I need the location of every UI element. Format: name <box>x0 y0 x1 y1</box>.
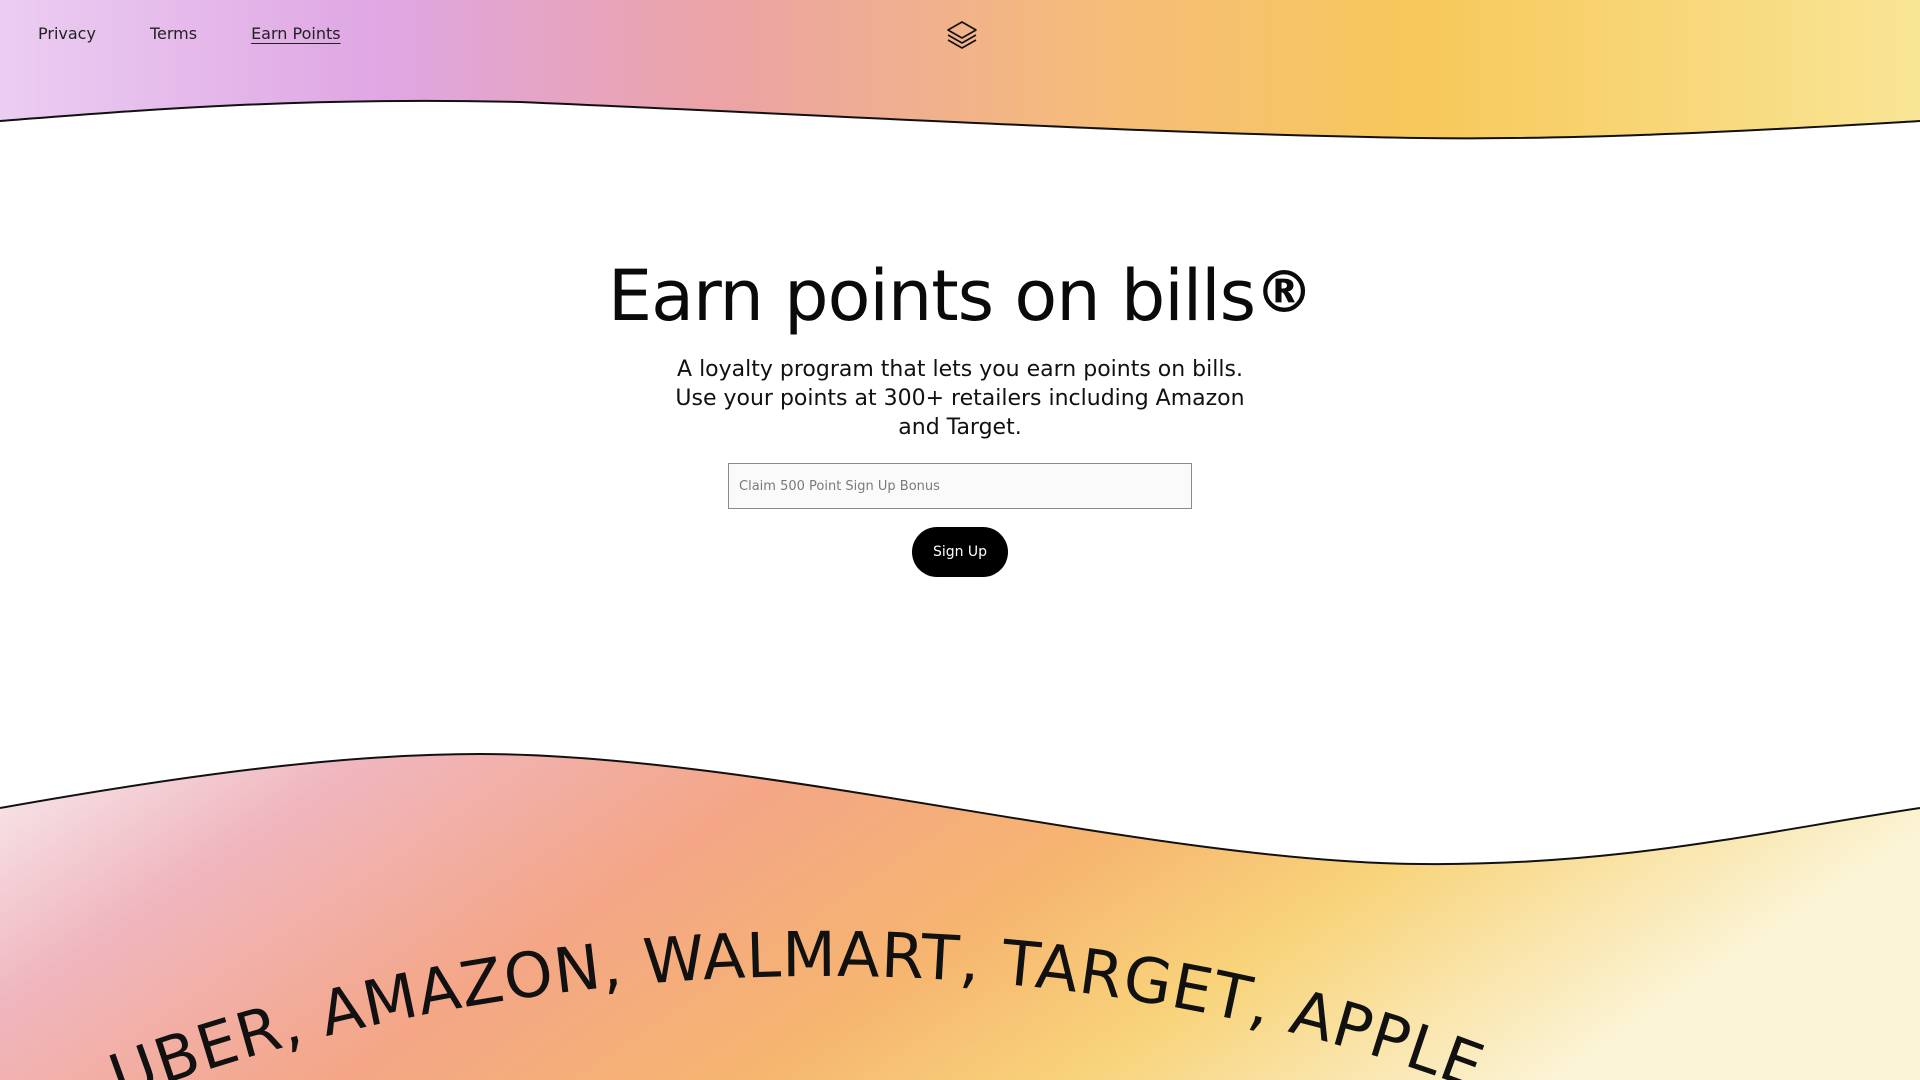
top-nav: Privacy Terms Earn Points <box>38 24 341 43</box>
nav-link-earn-points[interactable]: Earn Points <box>251 24 341 43</box>
signup-input[interactable] <box>728 463 1192 509</box>
retailer-wave-section: UBER, AMAZON, WALMART, TARGET, APPLE, <box>0 752 1920 1080</box>
signup-form: Sign Up <box>0 463 1920 577</box>
nav-link-terms[interactable]: Terms <box>150 24 197 43</box>
hero-title-text: Earn points on bills <box>607 255 1256 337</box>
hero-section: Earn points on bills® A loyalty program … <box>0 255 1920 442</box>
hero-subtitle: A loyalty program that lets you earn poi… <box>675 357 1245 440</box>
nav-link-privacy[interactable]: Privacy <box>38 24 96 43</box>
hero-title: Earn points on bills® <box>0 255 1920 337</box>
registered-mark: ® <box>1255 258 1313 326</box>
sign-up-button[interactable]: Sign Up <box>912 527 1008 577</box>
layers-stack-icon[interactable] <box>944 18 980 54</box>
page: Privacy Terms Earn Points Earn points on… <box>0 0 1920 1080</box>
